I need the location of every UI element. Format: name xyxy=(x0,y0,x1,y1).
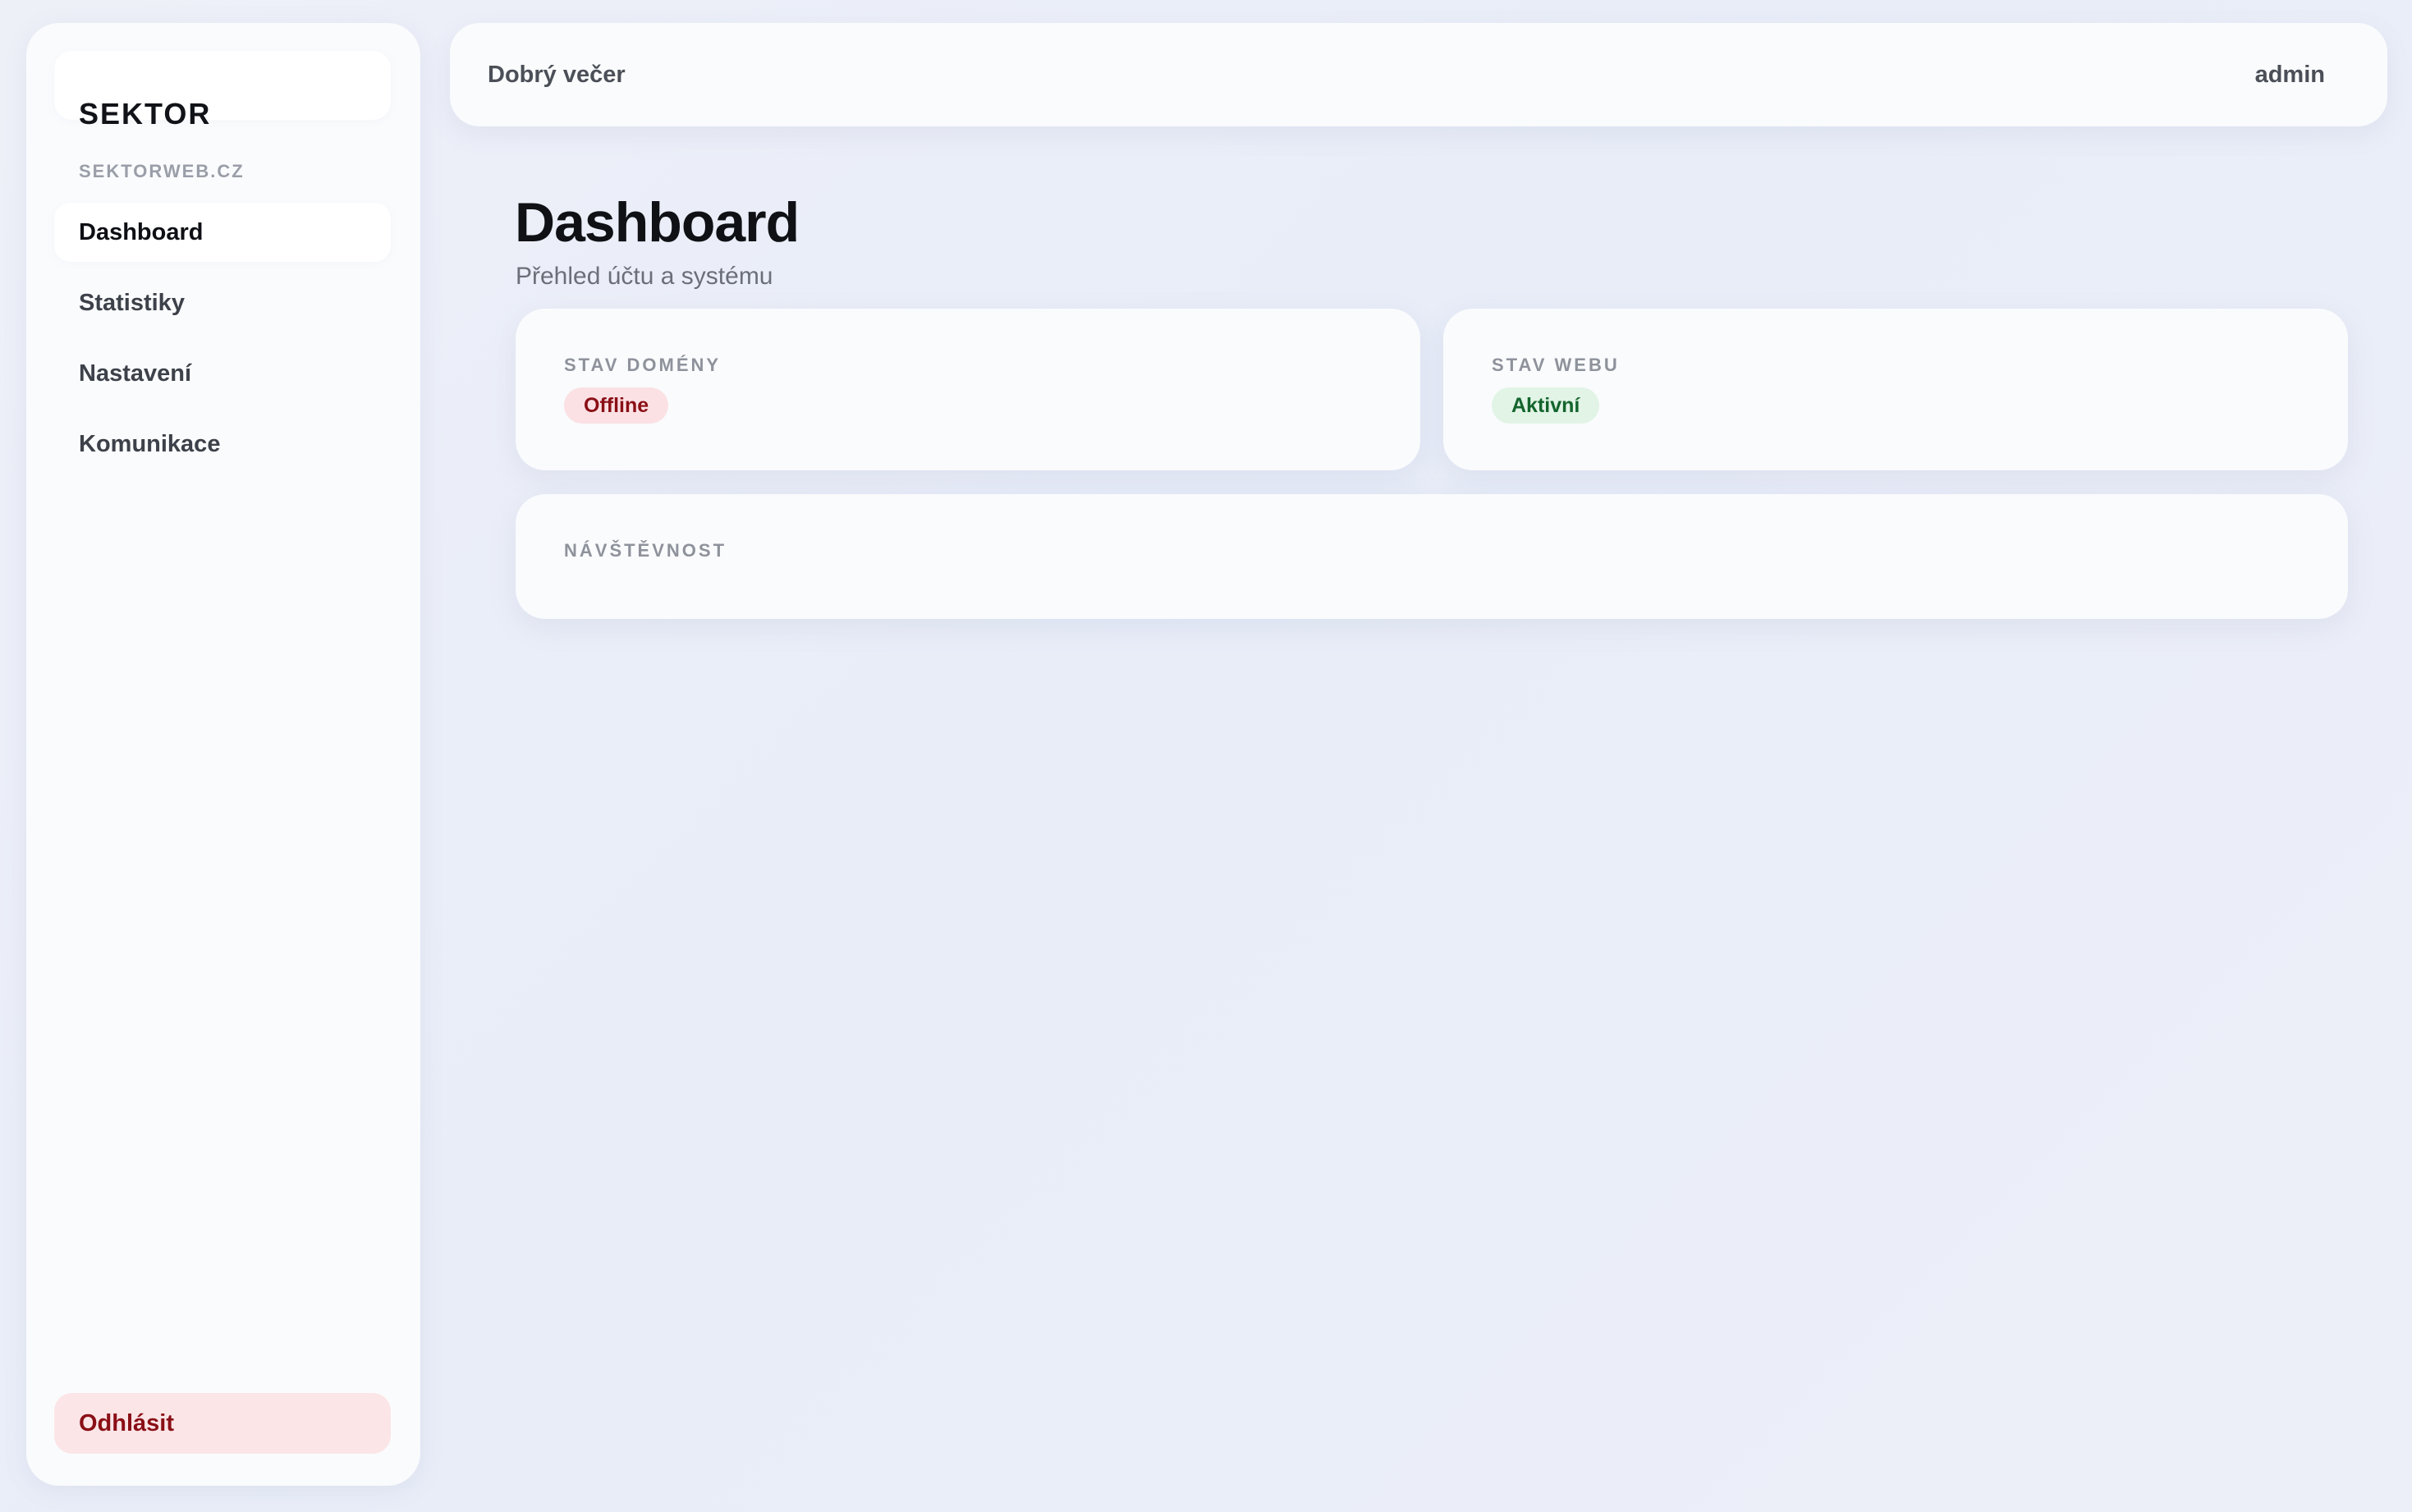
sidebar-item-label: Statistiky xyxy=(79,289,185,316)
status-badge-active: Aktivní xyxy=(1492,387,1600,424)
sidebar-item-label: Nastavení xyxy=(79,360,192,387)
logout-label: Odhlásit xyxy=(79,1409,175,1436)
sidebar-item-statistiky[interactable]: Statistiky xyxy=(54,273,391,332)
sidebar-item-dashboard[interactable]: Dashboard xyxy=(54,203,391,262)
user-menu[interactable]: admin xyxy=(2255,23,2325,126)
domain-status-card: STAV DOMÉNY Offline xyxy=(516,309,1420,470)
sidebar-item-nastaveni[interactable]: Nastavení xyxy=(54,344,391,403)
sidebar-item-label: Komunikace xyxy=(79,430,221,457)
page-title: Dashboard xyxy=(515,191,800,254)
page-subtitle: Přehled účtu a systému xyxy=(516,263,773,290)
visits-label: NÁVŠTĚVNOST xyxy=(564,540,727,561)
domain-status-label: STAV DOMÉNY xyxy=(564,355,722,375)
brand-name: SEKTOR xyxy=(79,97,212,131)
web-status-card: STAV WEBU Aktivní xyxy=(1443,309,2348,470)
greeting-text: Dobrý večer xyxy=(488,61,626,88)
sidebar-item-label: Dashboard xyxy=(79,218,204,245)
visits-card: NÁVŠTĚVNOST xyxy=(516,494,2348,619)
logout-button[interactable]: Odhlásit xyxy=(54,1393,391,1454)
brand-domain: SEKTORWEB.CZ xyxy=(79,161,245,181)
web-status-label: STAV WEBU xyxy=(1492,355,1620,375)
top-bar: Dobrý večer admin xyxy=(450,23,2387,126)
sidebar-item-komunikace[interactable]: Komunikace xyxy=(54,415,391,474)
sidebar: SEKTOR SEKTORWEB.CZ Dashboard Statistiky… xyxy=(26,23,420,1486)
status-badge-offline: Offline xyxy=(564,387,669,424)
